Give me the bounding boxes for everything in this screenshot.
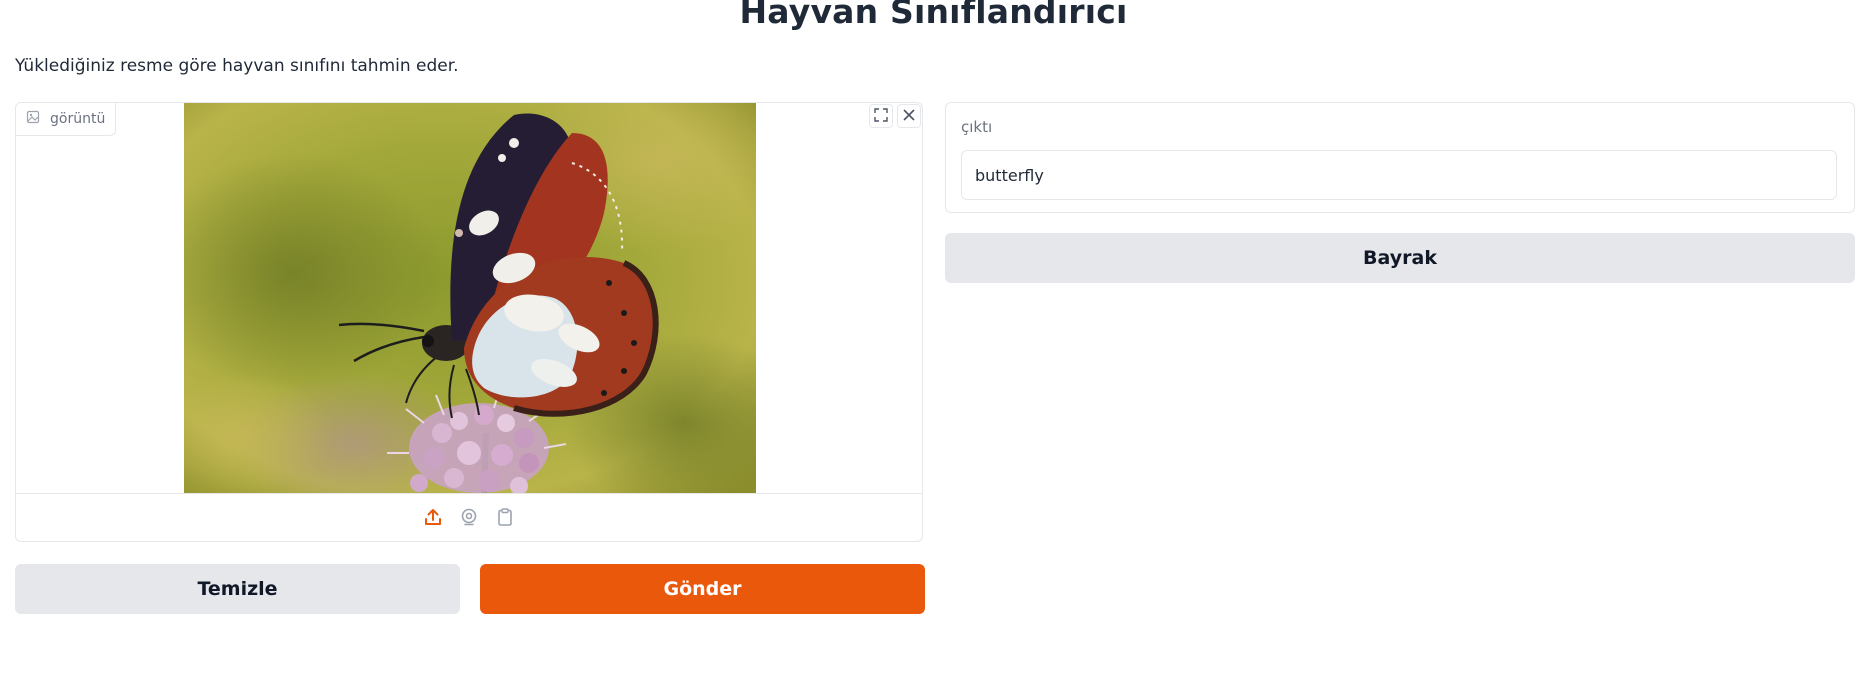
flag-button[interactable]: Bayrak [945, 233, 1855, 283]
webcam-icon [459, 507, 479, 531]
clear-image-button[interactable] [897, 104, 921, 128]
butterfly-photo [184, 103, 756, 493]
upload-button[interactable] [422, 508, 444, 530]
page-description: Yüklediğiniz resme göre hayvan sınıfını … [15, 56, 459, 76]
fullscreen-button[interactable] [869, 104, 893, 128]
output-textbox[interactable]: butterfly [961, 150, 1837, 200]
image-icon [26, 110, 40, 128]
clear-button[interactable]: Temizle [15, 564, 460, 614]
fullscreen-icon [874, 107, 888, 126]
webcam-button[interactable] [458, 508, 480, 530]
image-input[interactable]: görüntü [15, 102, 923, 542]
clipboard-button[interactable] [494, 507, 516, 531]
page-title: Hayvan Sınıflandırıcı [739, 0, 1128, 31]
image-preview [184, 103, 756, 493]
clipboard-icon [495, 507, 515, 531]
upload-icon [423, 507, 443, 531]
image-input-label: görüntü [16, 103, 117, 136]
output-panel: çıktı butterfly [945, 102, 1855, 213]
image-source-bar [16, 493, 922, 541]
image-input-label-text: görüntü [50, 111, 106, 127]
submit-button[interactable]: Gönder [480, 564, 925, 614]
close-icon [902, 107, 916, 126]
image-corner-tools [868, 103, 922, 129]
output-label: çıktı [961, 118, 993, 136]
